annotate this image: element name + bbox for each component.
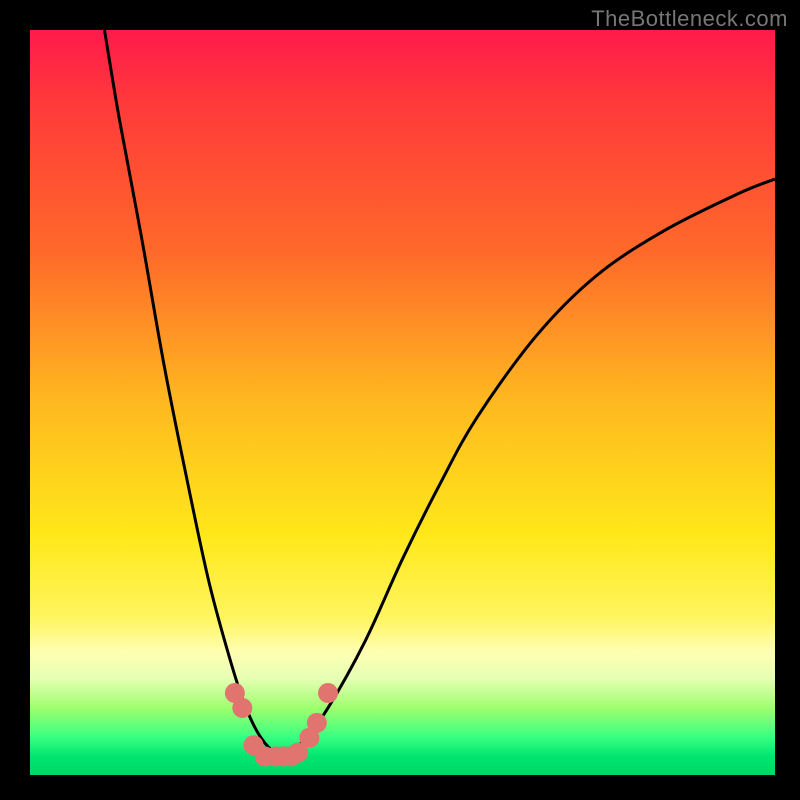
bottleneck-curve: [105, 30, 776, 755]
curve-svg: [30, 30, 775, 775]
watermark-text: TheBottleneck.com: [591, 6, 788, 32]
green-floor: [30, 769, 775, 775]
highlight-markers: [225, 683, 338, 766]
marker-point: [232, 698, 252, 718]
marker-point: [307, 713, 327, 733]
curve-line: [105, 30, 776, 755]
plot-area: [30, 30, 775, 775]
marker-point: [318, 683, 338, 703]
chart-container: TheBottleneck.com: [0, 0, 800, 800]
